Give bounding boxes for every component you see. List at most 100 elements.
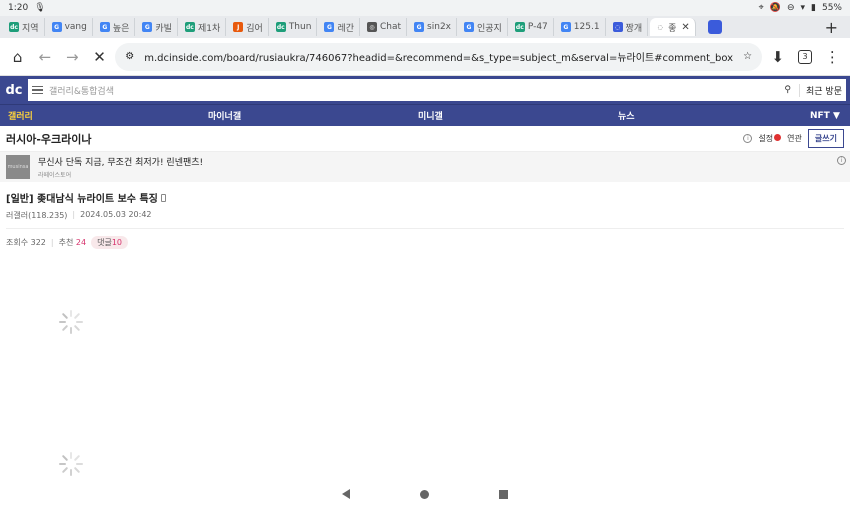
browser-tab[interactable]: dc P-47 bbox=[510, 18, 554, 36]
dc-nav-bar: 갤러리 마이너갤 미니갤 뉴스 NFT ▼ bbox=[0, 104, 850, 126]
system-status-bar: 1:20 🎙 ⌖ 🔕 ⊖ ▾ ▮ 55% bbox=[0, 0, 850, 16]
post-stats: 조회수 322 | 추천 24 댓글10 bbox=[0, 229, 850, 256]
tab-switcher-button[interactable]: 3 bbox=[793, 43, 816, 71]
browser-tab[interactable]: G 카빌 bbox=[137, 18, 178, 36]
nav-minor-gallery[interactable]: 마이너갤 bbox=[208, 109, 241, 122]
tab-label: 지역 bbox=[22, 23, 39, 34]
tab-favicon-icon: G bbox=[99, 22, 110, 32]
tab-favicon-icon: dc bbox=[184, 22, 195, 32]
tab-close-icon[interactable]: ✕ bbox=[681, 22, 689, 33]
ad-thumbnail: musinsa bbox=[6, 155, 30, 179]
tab-favicon-icon: dc bbox=[514, 22, 525, 32]
recommend-value: 24 bbox=[75, 238, 87, 247]
ad-info-icon[interactable]: i bbox=[837, 156, 846, 165]
info-icon[interactable]: i bbox=[743, 134, 753, 143]
tab-favicon-icon: J bbox=[233, 22, 244, 32]
tab-label: 높은 bbox=[112, 23, 130, 34]
tab-label: 레간 bbox=[337, 23, 354, 34]
browser-tab[interactable]: G 125.1 bbox=[556, 18, 606, 36]
view-count: 조회수 322 bbox=[6, 238, 46, 247]
browser-tab-active[interactable]: ◌ 좋 ✕ bbox=[650, 18, 696, 36]
mute-icon: 🔕 bbox=[769, 3, 781, 13]
battery-icon: ▮ bbox=[811, 3, 816, 13]
nav-news[interactable]: 뉴스 bbox=[618, 109, 635, 122]
nav-mini-gallery[interactable]: 미니갤 bbox=[418, 109, 443, 122]
gallery-title[interactable]: 러시아-우크라이나 bbox=[6, 131, 92, 147]
browser-tab[interactable]: ◎ Chat bbox=[362, 18, 408, 36]
browser-tab[interactable]: J 김어 bbox=[228, 18, 269, 36]
post-author[interactable]: 러갤러(118.235) bbox=[6, 210, 67, 221]
tab-label: Chat bbox=[380, 22, 402, 32]
post-title: [일반] 좆대남식 뉴라이트 보수 특징 bbox=[6, 194, 158, 205]
search-icon[interactable]: ⚲ bbox=[784, 85, 791, 95]
clock: 1:20 bbox=[8, 3, 29, 13]
dc-logo[interactable]: dc bbox=[4, 80, 24, 100]
alert-dot-icon bbox=[774, 134, 782, 141]
android-nav-bar bbox=[0, 478, 850, 510]
tab-label: 짱개 bbox=[625, 23, 643, 34]
mic-icon: 🎙 bbox=[34, 3, 46, 13]
nav-gallery[interactable]: 갤러리 bbox=[8, 109, 33, 122]
write-button[interactable]: 글쓰기 bbox=[807, 129, 844, 148]
tab-favicon-icon: G bbox=[560, 22, 571, 32]
divider: | bbox=[50, 238, 54, 247]
home-icon[interactable]: ⌂ bbox=[6, 43, 29, 71]
menu-kebab-icon[interactable]: ⋮ bbox=[821, 43, 844, 71]
tab-label: vang bbox=[64, 22, 87, 32]
forward-icon[interactable]: → bbox=[61, 43, 84, 71]
tab-label: sin2x bbox=[427, 22, 451, 32]
bookmark-star-icon[interactable]: ☆ bbox=[743, 51, 752, 62]
nav-nft[interactable]: NFT ▼ bbox=[810, 111, 840, 121]
comment-value: 10 bbox=[111, 238, 122, 247]
comment-label: 댓글 bbox=[97, 238, 112, 247]
browser-tab[interactable]: G 인공지 bbox=[459, 18, 508, 36]
ad-banner[interactable]: musinsa 무신사 단독 지금, 무조건 최저가! 린넨팬츠! 라떼이스토어… bbox=[0, 152, 850, 182]
tab-favicon-icon: G bbox=[414, 22, 425, 32]
new-tab-icon[interactable]: + bbox=[817, 18, 846, 37]
browser-tab[interactable]: Gvang bbox=[47, 18, 93, 36]
stop-loading-icon[interactable]: ✕ bbox=[88, 43, 111, 71]
download-icon[interactable]: ⬇ bbox=[766, 43, 789, 71]
tab-group-icon[interactable] bbox=[707, 20, 722, 34]
tab-count: 3 bbox=[798, 49, 813, 64]
url-text[interactable]: m.dcinside.com/board/rusiaukra/746067?he… bbox=[144, 49, 733, 64]
settings-button[interactable]: 설정 bbox=[758, 133, 782, 144]
hamburger-menu-icon[interactable] bbox=[32, 85, 43, 95]
back-icon[interactable]: ← bbox=[33, 43, 56, 71]
wifi-icon: ▾ bbox=[800, 3, 806, 13]
browser-tab[interactable]: dc Thun bbox=[271, 18, 318, 36]
browser-tab[interactable]: G 레간 bbox=[319, 18, 360, 36]
tab-label: 인공지 bbox=[477, 23, 502, 34]
tab-favicon-icon: G bbox=[51, 22, 62, 32]
loading-spinner-icon bbox=[59, 310, 83, 334]
recent-visit-button[interactable]: 최근 방문 bbox=[799, 83, 842, 97]
browser-tab[interactable]: ◌ 짱개 bbox=[608, 18, 649, 36]
browser-tab[interactable]: Gsin2x bbox=[409, 18, 457, 36]
system-recents-icon[interactable] bbox=[499, 489, 508, 499]
browser-tab[interactable]: dc 제1차 bbox=[180, 18, 227, 36]
dc-header: dc 갤러리&통합검색 ⚲ 최근 방문 bbox=[0, 76, 850, 104]
tab-label: 제1차 bbox=[197, 23, 221, 34]
browser-tab[interactable]: dc 지역 bbox=[4, 18, 45, 36]
divider: | bbox=[72, 210, 76, 219]
tab-label: Thun bbox=[288, 22, 312, 32]
loading-icon: ◌ bbox=[657, 23, 663, 31]
comment-count-badge[interactable]: 댓글10 bbox=[91, 236, 128, 249]
dc-search-bar[interactable]: 갤러리&통합검색 ⚲ 최근 방문 bbox=[28, 79, 846, 101]
tab-favicon-icon: dc bbox=[275, 22, 286, 32]
address-bar: ⌂ ← → ✕ ⚙ m.dcinside.com/board/rusiaukra… bbox=[0, 38, 850, 76]
browser-tab-strip: dc 지역 Gvang G 높은 G 카빌 dc 제1차 J 김어 dc Thun G 레간 ◎ Chat Gsi… bbox=[0, 16, 850, 38]
battery-percent: 55% bbox=[821, 3, 842, 13]
site-settings-icon[interactable]: ⚙ bbox=[125, 51, 134, 62]
related-button[interactable]: 연관 bbox=[787, 133, 802, 144]
loading-spinner-icon bbox=[59, 452, 83, 476]
search-input[interactable]: 갤러리&통합검색 bbox=[49, 84, 114, 97]
browser-tab[interactable]: G 높은 bbox=[95, 18, 136, 36]
tab-favicon-icon: dc bbox=[9, 22, 19, 32]
tab-favicon-icon: G bbox=[324, 22, 335, 32]
system-home-icon[interactable] bbox=[420, 489, 429, 499]
url-field[interactable]: ⚙ m.dcinside.com/board/rusiaukra/746067?… bbox=[115, 42, 763, 71]
settings-label: 설정 bbox=[758, 134, 774, 143]
system-back-icon[interactable] bbox=[342, 489, 350, 499]
mobile-post-icon bbox=[160, 193, 166, 202]
